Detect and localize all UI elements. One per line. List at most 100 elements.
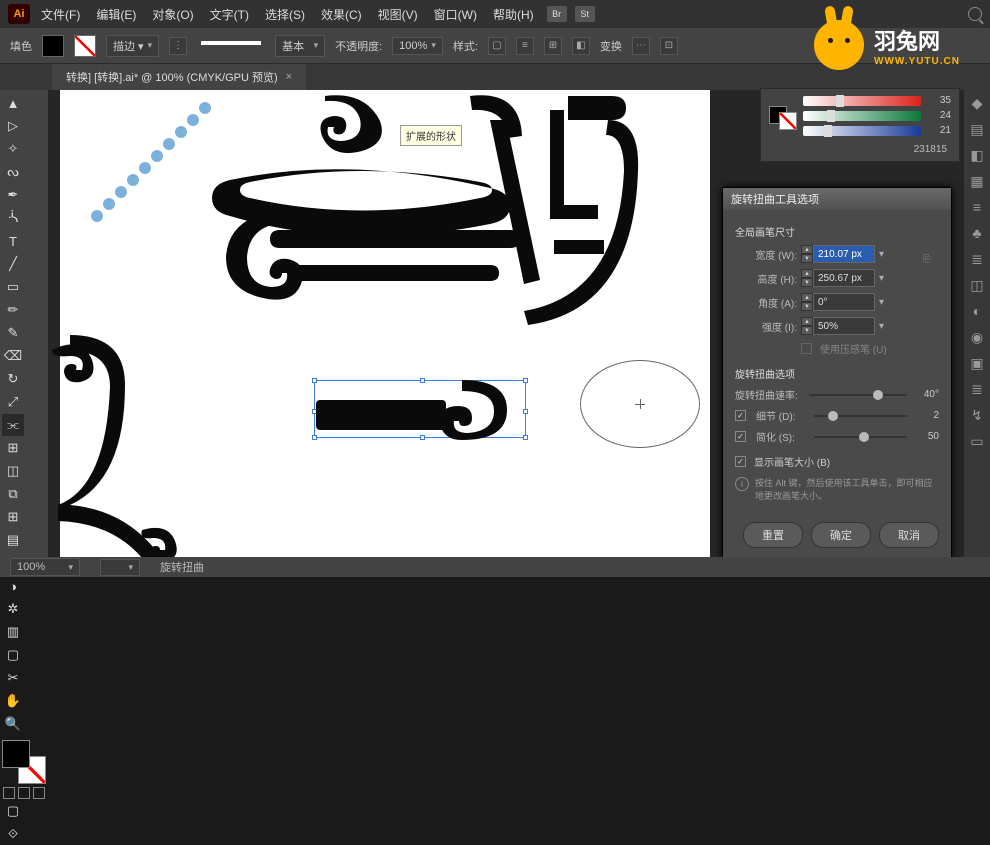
tool-hand[interactable]: ✋ [2, 690, 24, 712]
tool-type[interactable]: T [2, 230, 24, 252]
tool-lasso[interactable]: ᔓ [2, 161, 24, 183]
show-size-checkbox[interactable] [735, 456, 746, 467]
panel-artboards-icon[interactable]: ▭ [968, 432, 986, 450]
intensity-input[interactable]: 50% [813, 317, 875, 335]
panel-asset-export-icon[interactable]: ↯ [968, 406, 986, 424]
width-spinner[interactable]: ▲▼210.07 px [801, 245, 875, 263]
panel-gradient-icon[interactable]: ◫ [968, 276, 986, 294]
close-icon[interactable]: × [286, 71, 292, 83]
menu-select[interactable]: 选择(S) [258, 3, 312, 26]
rate-slider[interactable] [809, 394, 907, 396]
brush-def-dropdown[interactable]: 基本 [275, 35, 325, 57]
link-icon[interactable]: ⎘ [921, 252, 933, 266]
simplify-slider[interactable] [814, 436, 907, 438]
cancel-button[interactable]: 取消 [879, 522, 939, 548]
menu-edit[interactable]: 编辑(E) [89, 3, 143, 26]
tool-symbol-spray[interactable]: ✲ [2, 598, 24, 620]
panel-transparency-icon[interactable]: ◐ [968, 302, 986, 320]
color-panel-swatch[interactable] [769, 106, 797, 130]
vsp-icon[interactable]: ⋮ [169, 37, 187, 55]
tool-pen[interactable]: ✒ [2, 184, 24, 206]
height-input[interactable]: 250.67 px [813, 269, 875, 287]
extra2-icon[interactable]: ⊡ [660, 37, 678, 55]
artboard-nav-dropdown[interactable] [100, 559, 140, 576]
search-icon[interactable] [968, 7, 982, 21]
simplify-checkbox[interactable] [735, 431, 746, 442]
slider-yellow[interactable] [803, 126, 921, 136]
menu-window[interactable]: 窗口(W) [427, 3, 484, 26]
fill-swatch[interactable] [42, 35, 64, 57]
panel-color-icon[interactable]: ◧ [968, 146, 986, 164]
tool-shaper[interactable]: ✎ [2, 322, 24, 344]
tool-rotate[interactable]: ↻ [2, 368, 24, 390]
menu-file[interactable]: 文件(F) [34, 3, 87, 26]
extra1-icon[interactable]: ⋯ [632, 37, 650, 55]
slider-magenta[interactable] [803, 111, 921, 121]
tool-gradient[interactable]: ▤ [2, 529, 24, 551]
tool-graph[interactable]: ▥ [2, 621, 24, 643]
document-tab[interactable]: 转换] [转换].ai* @ 100% (CMYK/GPU 预览) × [52, 64, 306, 90]
tool-artboard[interactable]: ▢ [2, 644, 24, 666]
bridge-icon[interactable]: Br [547, 6, 567, 22]
menu-view[interactable]: 视图(V) [371, 3, 425, 26]
hex-value[interactable]: 231815 [769, 144, 951, 155]
tool-selection[interactable]: ▲ [2, 92, 24, 114]
draw-modes[interactable] [2, 787, 46, 799]
tool-zoom[interactable]: 🔍 [2, 713, 24, 735]
opacity-dropdown[interactable]: 100% [392, 37, 443, 55]
zoom-dropdown[interactable]: 100% [10, 558, 80, 576]
menu-effect[interactable]: 效果(C) [314, 3, 369, 26]
stock-icon[interactable]: St [575, 6, 595, 22]
artboard[interactable]: 扩展的形状 [60, 90, 710, 557]
menu-help[interactable]: 帮助(H) [486, 3, 541, 26]
panel-graphic-styles-icon[interactable]: ▣ [968, 354, 986, 372]
align-icon[interactable]: ≡ [516, 37, 534, 55]
panel-stroke-icon[interactable]: ≣ [968, 250, 986, 268]
menu-object[interactable]: 对象(O) [145, 3, 200, 26]
tool-magic-wand[interactable]: ✧ [2, 138, 24, 160]
dialog-title[interactable]: 旋转扭曲工具选项 [723, 188, 951, 210]
change-screen-icon[interactable]: ⟐ [2, 823, 24, 845]
shape-mode-icon[interactable]: ◧ [572, 37, 590, 55]
ok-button[interactable]: 确定 [811, 522, 871, 548]
tool-line[interactable]: ╱ [2, 253, 24, 275]
tool-scale[interactable]: ⤢ [2, 391, 24, 413]
tool-fill-stroke[interactable] [2, 740, 46, 784]
panel-appearance-icon[interactable]: ◉ [968, 328, 986, 346]
tool-perspective[interactable]: ⧉ [2, 483, 24, 505]
reset-button[interactable]: 重置 [743, 522, 803, 548]
panel-symbols-icon[interactable]: ♣ [968, 224, 986, 242]
panel-libraries-icon[interactable]: ▤ [968, 120, 986, 138]
panel-properties-icon[interactable]: ◆ [968, 94, 986, 112]
angle-spinner[interactable]: ▲▼0° [801, 293, 875, 311]
tool-paintbrush[interactable]: ✏ [2, 299, 24, 321]
tool-slice[interactable]: ✂ [2, 667, 24, 689]
tool-width[interactable]: ⫘ [2, 414, 24, 436]
stroke-weight-dropdown[interactable]: 描边 ▾ [106, 35, 159, 57]
width-input[interactable]: 210.07 px [813, 245, 875, 263]
tool-mesh[interactable]: ⊞ [2, 506, 24, 528]
stroke-swatch[interactable] [74, 35, 96, 57]
align2-icon[interactable]: ⊞ [544, 37, 562, 55]
transform-label[interactable]: 变换 [600, 38, 622, 54]
height-spinner[interactable]: ▲▼250.67 px [801, 269, 875, 287]
style-swatch[interactable]: ▢ [488, 37, 506, 55]
detail-checkbox[interactable] [735, 410, 746, 421]
intensity-spinner[interactable]: ▲▼50% [801, 317, 875, 335]
stroke-preview[interactable] [201, 41, 261, 51]
panel-swatches-icon[interactable]: ▦ [968, 172, 986, 190]
tool-shape-builder[interactable]: ◫ [2, 460, 24, 482]
tool-eraser[interactable]: ⌫ [2, 345, 24, 367]
tool-direct-select[interactable]: ▷ [2, 115, 24, 137]
screen-mode-icon[interactable]: ▢ [2, 800, 24, 822]
tool-free-transform[interactable]: ⊞ [2, 437, 24, 459]
tool-curvature[interactable]: ᔂ [2, 207, 24, 229]
angle-input[interactable]: 0° [813, 293, 875, 311]
panel-layers-icon[interactable]: ≣ [968, 380, 986, 398]
menu-type[interactable]: 文字(T) [203, 3, 256, 26]
tool-blend[interactable]: ◑ [2, 575, 24, 597]
detail-slider[interactable] [814, 415, 907, 417]
panel-brushes-icon[interactable]: ≡ [968, 198, 986, 216]
slider-cyan[interactable] [803, 96, 921, 106]
tool-rectangle[interactable]: ▭ [2, 276, 24, 298]
